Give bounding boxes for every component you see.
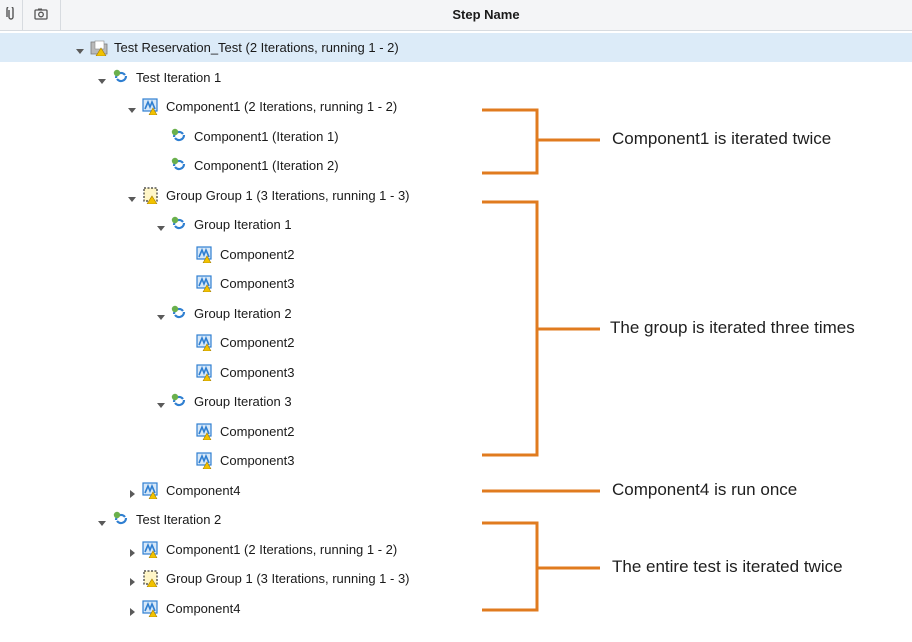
expand-arrow-right-icon[interactable]: [127, 486, 137, 498]
component-icon: [142, 540, 160, 558]
tree-row-label: Component3: [220, 276, 295, 291]
tree-row[interactable]: Component3: [0, 269, 912, 298]
component-icon: [196, 245, 214, 263]
camera-icon: [34, 8, 48, 20]
component-icon: [196, 422, 214, 440]
expand-arrow-right-icon[interactable]: [127, 574, 137, 586]
tree-row[interactable]: Component2: [0, 417, 912, 446]
tree-row[interactable]: Test Reservation_Test (2 Iterations, run…: [0, 33, 912, 62]
expand-arrow-down-icon[interactable]: [156, 309, 166, 320]
annotation-component4: Component4 is run once: [612, 480, 798, 499]
expand-arrow-down-icon[interactable]: [127, 191, 137, 202]
tree-row-label: Group Group 1 (3 Iterations, running 1 -…: [166, 571, 410, 586]
expand-arrow-down-icon[interactable]: [97, 515, 107, 526]
component-icon: [142, 97, 160, 116]
tree-row[interactable]: Component3: [0, 446, 912, 475]
tree-row-label: Group Iteration 3: [194, 394, 292, 409]
tree-row-label: Component3: [220, 453, 295, 468]
iteration-icon: [112, 68, 130, 86]
expand-arrow-down-icon[interactable]: [156, 397, 166, 408]
tree-row[interactable]: Component4: [0, 594, 912, 623]
tree-row-label: Test Iteration 2: [136, 512, 222, 527]
iteration-icon: [112, 510, 130, 528]
grid-header: Step Name: [0, 0, 912, 31]
step-name-column-header[interactable]: Step Name: [60, 0, 912, 30]
component-icon: [196, 451, 214, 470]
tree-row[interactable]: Test Iteration 2: [0, 505, 912, 534]
annotation-entire-test: The entire test is iterated twice: [612, 557, 843, 576]
tree-row[interactable]: Component1 (2 Iterations, running 1 - 2): [0, 92, 912, 121]
tree-row-label: Component2: [220, 246, 295, 262]
tree-row-label: Component2: [220, 335, 295, 350]
tree-row-label: Group Iteration 2: [194, 305, 292, 321]
component-icon: [142, 599, 160, 617]
component-icon: [196, 274, 214, 293]
iteration-icon: [170, 215, 188, 233]
group-icon: [142, 569, 160, 588]
tree-row-label: Component1 (2 Iterations, running 1 - 2): [166, 99, 398, 114]
tree-row[interactable]: Component1 (Iteration 2): [0, 151, 912, 180]
expand-arrow-down-icon[interactable]: [75, 43, 85, 54]
test-folder-icon: [90, 38, 108, 57]
annotation-component1: Component1 is iterated twice: [612, 129, 832, 148]
tree-row-label: Test Iteration 1: [136, 69, 222, 85]
group-icon: [142, 186, 160, 204]
expand-arrow-down-icon[interactable]: [127, 102, 137, 113]
tree-row-label: Component1 (2 Iterations, running 1 - 2): [166, 541, 398, 557]
snapshot-column-header[interactable]: [22, 0, 61, 30]
tree-row[interactable]: Group Iteration 3: [0, 387, 912, 416]
annotation-group: The group is iterated three times: [610, 318, 855, 337]
attachment-column-header[interactable]: [0, 0, 23, 30]
tree-row[interactable]: Test Iteration 1: [0, 63, 912, 92]
tree-row-label: Component1 (Iteration 2): [194, 158, 339, 173]
component-icon: [196, 333, 214, 352]
tree-row-label: Test Reservation_Test (2 Iterations, run…: [114, 40, 399, 55]
tree-row-label: Component1 (Iteration 1): [194, 128, 339, 144]
iteration-icon: [170, 127, 188, 145]
paperclip-icon: [6, 7, 14, 20]
expand-arrow-right-icon[interactable]: [127, 604, 137, 616]
expand-arrow-down-icon[interactable]: [97, 73, 107, 84]
iteration-icon: [170, 304, 188, 322]
tree-row[interactable]: Component3: [0, 358, 912, 387]
iteration-icon: [170, 392, 188, 410]
tree-row-label: Component3: [220, 364, 295, 380]
tree-row[interactable]: Group Group 1 (3 Iterations, running 1 -…: [0, 181, 912, 210]
component-icon: [196, 363, 214, 381]
expand-arrow-right-icon[interactable]: [127, 545, 137, 557]
tree-row-label: Group Iteration 1: [194, 217, 292, 232]
tree-row[interactable]: Group Iteration 1: [0, 210, 912, 239]
tree-row[interactable]: Component2: [0, 240, 912, 269]
tree-row-label: Component4: [166, 482, 241, 498]
expand-arrow-down-icon[interactable]: [156, 220, 166, 231]
tree-row-label: Component2: [220, 423, 295, 439]
tree-row-label: Group Group 1 (3 Iterations, running 1 -…: [166, 187, 410, 203]
iteration-icon: [170, 156, 188, 174]
component-icon: [142, 481, 160, 499]
tree-row-label: Component4: [166, 600, 241, 616]
